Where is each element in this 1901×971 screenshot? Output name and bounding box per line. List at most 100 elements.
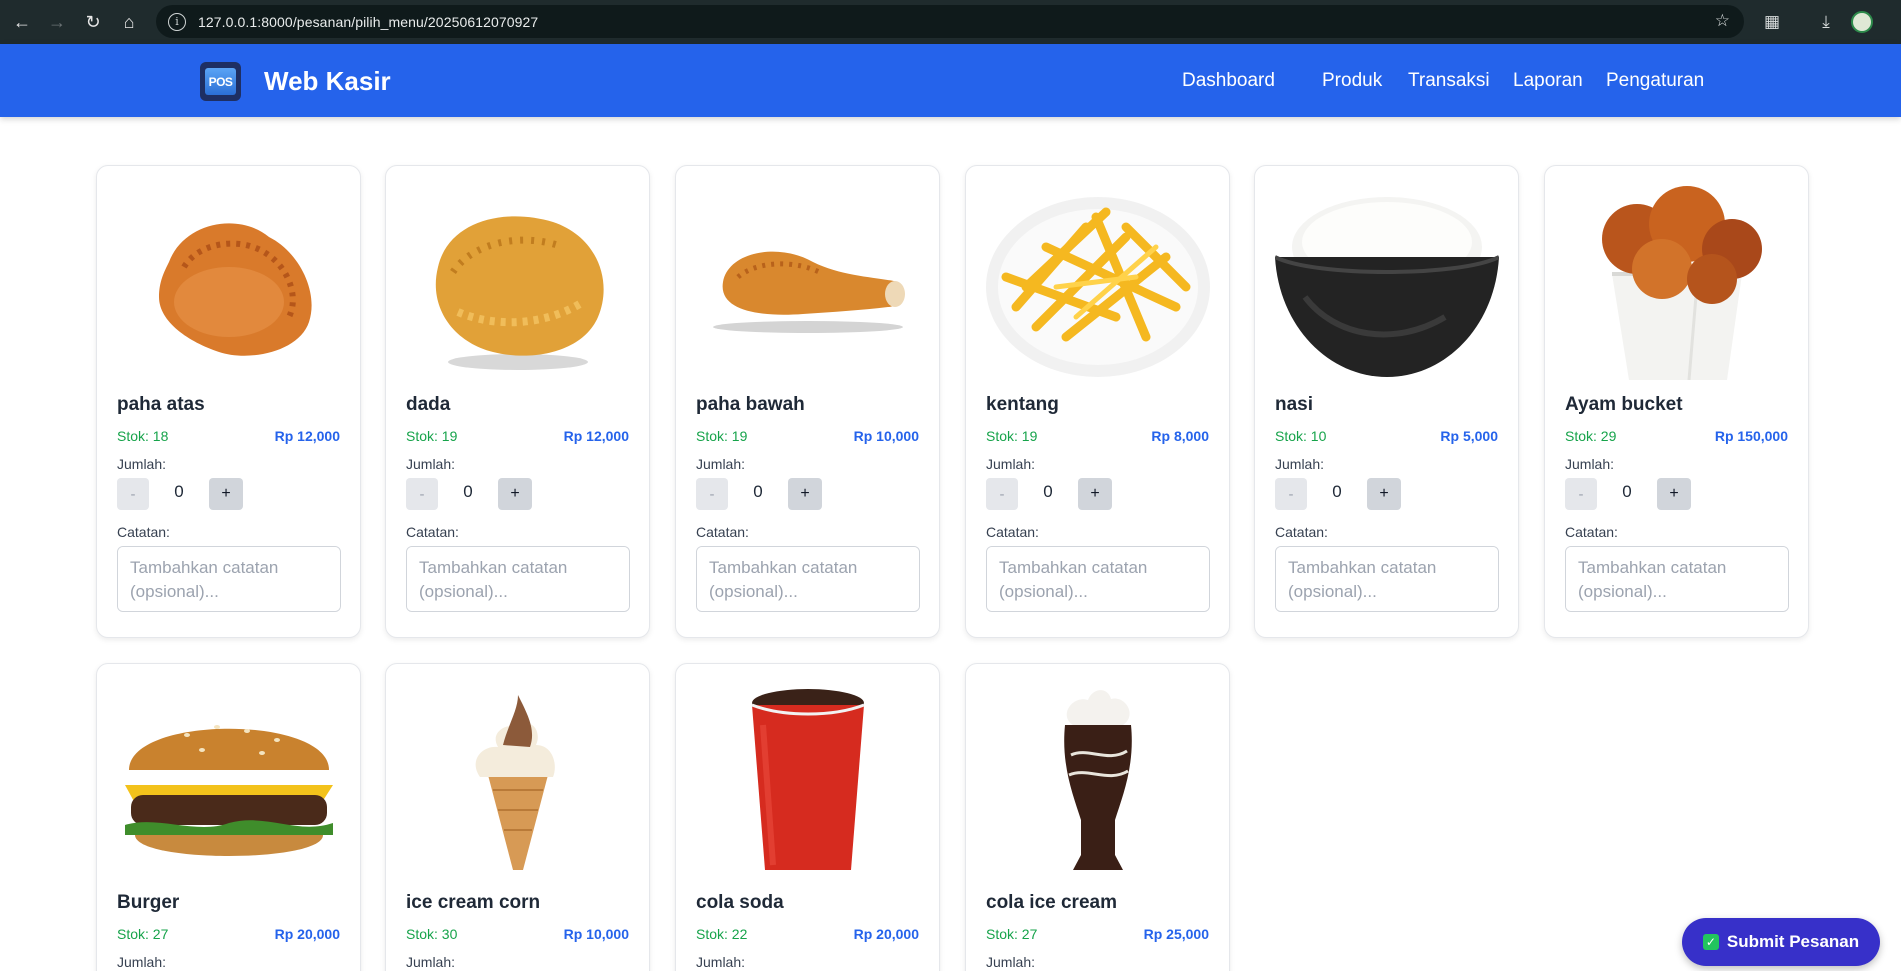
product-name: paha bawah <box>696 394 805 415</box>
nav-produk[interactable]: Produk <box>1322 70 1382 92</box>
product-price: Rp 150,000 <box>1714 428 1788 444</box>
product-price: Rp 5,000 <box>1440 428 1498 444</box>
quantity-label: Jumlah: <box>986 456 1036 472</box>
product-name: paha atas <box>117 394 205 415</box>
decrease-quantity-button[interactable]: - <box>406 478 438 510</box>
quantity-label: Jumlah: <box>117 456 167 472</box>
download-icon[interactable]: ⤓ <box>1808 4 1844 40</box>
product-name: Burger <box>117 892 180 913</box>
home-icon[interactable]: ⌂ <box>111 4 147 40</box>
product-name: dada <box>406 394 451 415</box>
product-card: Burger Stok: 27 Rp 20,000 Jumlah: <box>96 663 361 971</box>
url-text[interactable]: 127.0.0.1:8000/pesanan/pilih_menu/202506… <box>198 14 538 30</box>
nav-laporan[interactable]: Laporan <box>1513 70 1583 92</box>
nav-transaksi[interactable]: Transaksi <box>1408 70 1490 92</box>
increase-quantity-button[interactable]: + <box>209 478 243 510</box>
increase-quantity-button[interactable]: + <box>498 478 532 510</box>
decrease-quantity-button[interactable]: - <box>117 478 149 510</box>
product-name: cola soda <box>696 892 784 913</box>
product-stock: Stok: 19 <box>406 428 458 444</box>
product-name: Ayam bucket <box>1565 394 1683 415</box>
product-price: Rp 12,000 <box>563 428 629 444</box>
quantity-value: 0 <box>463 482 473 501</box>
product-price: Rp 8,000 <box>1151 428 1209 444</box>
rice-bowl-icon <box>1275 184 1499 380</box>
forward-icon[interactable]: → <box>39 4 75 40</box>
note-textarea[interactable] <box>696 546 920 612</box>
burger-icon <box>117 682 341 878</box>
product-price: Rp 20,000 <box>853 926 919 942</box>
product-card: paha bawah Stok: 19 Rp 10,000 Jumlah: - … <box>675 165 940 638</box>
product-stock: Stok: 19 <box>696 428 748 444</box>
quantity-label: Jumlah: <box>406 456 456 472</box>
profile-avatar[interactable] <box>1844 4 1880 40</box>
decrease-quantity-button[interactable]: - <box>1565 478 1597 510</box>
quantity-label: Jumlah: <box>696 954 746 970</box>
note-textarea[interactable] <box>1565 546 1789 612</box>
nav-pengaturan[interactable]: Pengaturan <box>1606 70 1704 92</box>
checkmark-icon: ✓ <box>1702 934 1719 950</box>
decrease-quantity-button[interactable]: - <box>696 478 728 510</box>
decrease-quantity-button[interactable]: - <box>986 478 1018 510</box>
chicken-bucket-icon <box>1565 184 1789 380</box>
decrease-quantity-button[interactable]: - <box>1275 478 1307 510</box>
product-name: kentang <box>986 394 1059 415</box>
product-name: nasi <box>1275 394 1314 415</box>
quantity-value: 0 <box>1332 482 1342 501</box>
quantity-value: 0 <box>753 482 763 501</box>
quantity-label: Jumlah: <box>406 954 456 970</box>
extensions-icon[interactable]: ▦ <box>1754 4 1790 40</box>
site-info-icon[interactable]: i <box>168 12 186 31</box>
product-card: dada Stok: 19 Rp 12,000 Jumlah: - 0 + Ca… <box>385 165 650 638</box>
cola-float-icon <box>986 682 1210 878</box>
back-icon[interactable]: ← <box>4 4 40 40</box>
submit-order-button[interactable]: ✓ Submit Pesanan <box>1682 918 1880 966</box>
ice-cream-cone-icon <box>406 682 630 878</box>
product-price: Rp 10,000 <box>853 428 919 444</box>
note-textarea[interactable] <box>986 546 1210 612</box>
product-stock: Stok: 30 <box>406 926 458 942</box>
quantity-label: Jumlah: <box>696 456 746 472</box>
nav-dashboard[interactable]: Dashboard <box>1182 70 1275 92</box>
note-label: Catatan: <box>696 524 749 540</box>
address-bar[interactable]: i 127.0.0.1:8000/pesanan/pilih_menu/2025… <box>156 5 1744 38</box>
submit-label: Submit Pesanan <box>1726 932 1860 951</box>
note-textarea[interactable] <box>406 546 630 612</box>
product-card: paha atas Stok: 18 Rp 12,000 Jumlah: - 0… <box>96 165 361 638</box>
product-card: nasi Stok: 10 Rp 5,000 Jumlah: - 0 + Cat… <box>1254 165 1519 638</box>
bookmark-star-icon[interactable]: ☆ <box>1715 11 1730 31</box>
product-stock: Stok: 27 <box>986 926 1038 942</box>
logo-text: POS <box>205 68 236 95</box>
quantity-label: Jumlah: <box>1275 456 1325 472</box>
product-card: cola soda Stok: 22 Rp 20,000 Jumlah: <box>675 663 940 971</box>
note-label: Catatan: <box>406 524 459 540</box>
quantity-value: 0 <box>1622 482 1632 501</box>
quantity-label: Jumlah: <box>117 954 167 970</box>
product-card: kentang Stok: 19 Rp 8,000 Jumlah: - 0 + … <box>965 165 1230 638</box>
fried-chicken-breast-icon <box>406 184 630 380</box>
app-title[interactable]: Web Kasir <box>264 66 391 97</box>
quantity-value: 0 <box>174 482 184 501</box>
pos-logo-icon[interactable]: POS <box>200 62 241 101</box>
quantity-label: Jumlah: <box>986 954 1036 970</box>
note-textarea[interactable] <box>117 546 341 612</box>
increase-quantity-button[interactable]: + <box>1367 478 1401 510</box>
note-label: Catatan: <box>1275 524 1328 540</box>
product-card: ice cream corn Stok: 30 Rp 10,000 Jumlah… <box>385 663 650 971</box>
note-textarea[interactable] <box>1275 546 1499 612</box>
french-fries-icon <box>986 184 1210 380</box>
increase-quantity-button[interactable]: + <box>1078 478 1112 510</box>
product-price: Rp 10,000 <box>563 926 629 942</box>
increase-quantity-button[interactable]: + <box>788 478 822 510</box>
product-name: cola ice cream <box>986 892 1117 913</box>
product-price: Rp 25,000 <box>1143 926 1209 942</box>
increase-quantity-button[interactable]: + <box>1657 478 1691 510</box>
note-label: Catatan: <box>1565 524 1618 540</box>
note-label: Catatan: <box>117 524 170 540</box>
product-stock: Stok: 19 <box>986 428 1038 444</box>
app-header: POS Web Kasir Dashboard Produk Transaksi… <box>0 44 1901 117</box>
reload-icon[interactable]: ↻ <box>75 4 111 40</box>
product-stock: Stok: 29 <box>1565 428 1617 444</box>
product-card: Ayam bucket Stok: 29 Rp 150,000 Jumlah: … <box>1544 165 1809 638</box>
product-stock: Stok: 22 <box>696 926 748 942</box>
